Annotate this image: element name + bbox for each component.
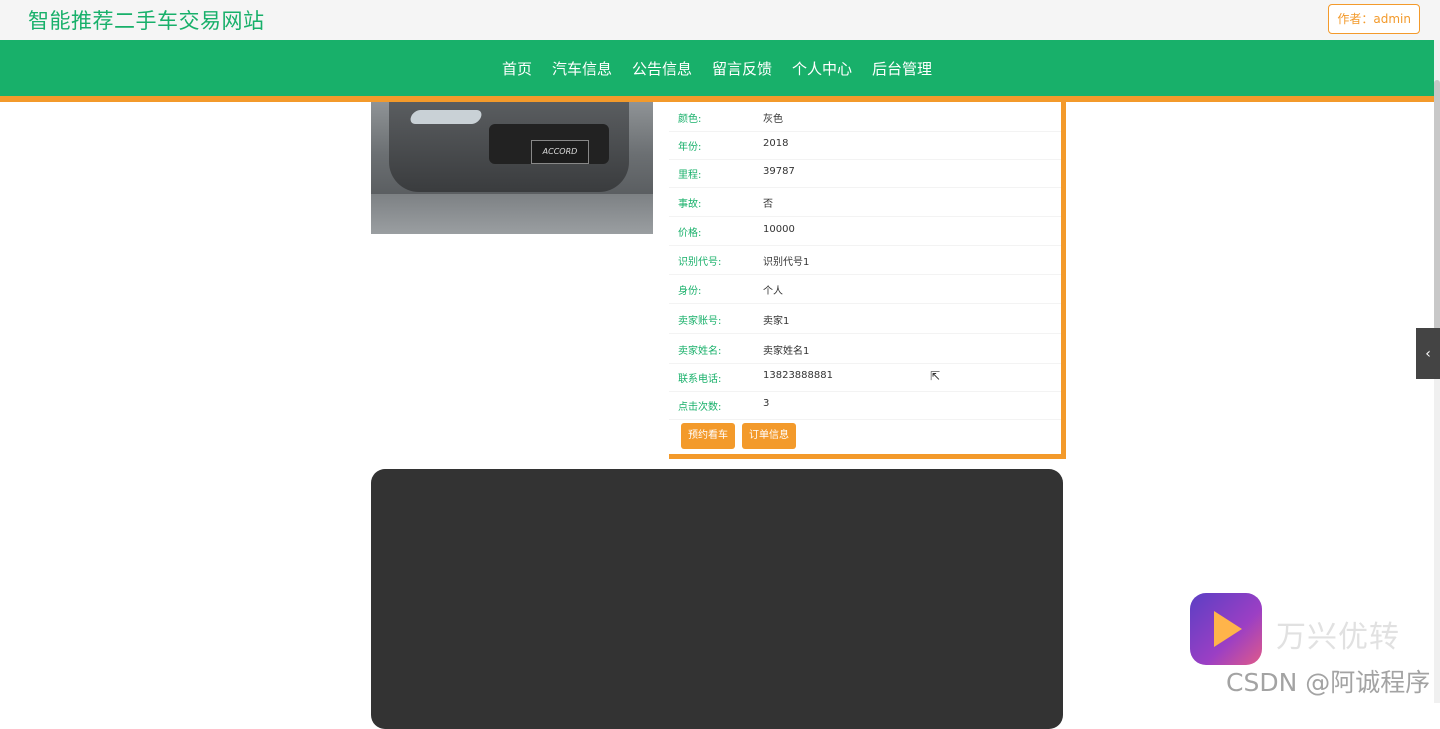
- detail-label: 年份:: [678, 142, 702, 153]
- side-collapse-tab[interactable]: ‹: [1416, 328, 1440, 379]
- car-image: ACCORD: [371, 102, 653, 234]
- car-image-headlight: [408, 110, 484, 124]
- detail-value: 卖家1: [763, 316, 790, 327]
- detail-row: 身份: 个人: [669, 274, 1061, 304]
- detail-row: 里程: 39787: [669, 158, 1061, 188]
- detail-label: 里程:: [678, 170, 702, 181]
- car-image-plate: ACCORD: [531, 140, 589, 164]
- book-viewing-button[interactable]: 预约看车: [681, 423, 735, 449]
- nav-item-admin[interactable]: 后台管理: [872, 58, 932, 79]
- author-badge: 作者：admin: [1328, 4, 1420, 34]
- detail-value: 10000: [763, 224, 795, 235]
- detail-value: 13823888881: [763, 370, 833, 381]
- detail-row: 识别代号: 识别代号1: [669, 245, 1061, 275]
- detail-row: 颜色: 灰色: [669, 102, 1061, 132]
- top-header: 智能推荐二手车交易网站 作者：admin: [0, 0, 1440, 40]
- detail-value: 卖家姓名1: [763, 346, 810, 357]
- detail-label: 点击次数:: [678, 402, 722, 413]
- video-player[interactable]: [371, 469, 1063, 729]
- detail-label: 颜色:: [678, 114, 702, 125]
- car-detail-panel: 颜色: 灰色 年份: 2018 里程: 39787 事故: 否 价格: 1000…: [669, 102, 1066, 459]
- detail-label: 事故:: [678, 199, 702, 210]
- detail-row: 价格: 10000: [669, 216, 1061, 246]
- detail-row: 事故: 否: [669, 187, 1061, 217]
- order-info-button[interactable]: 订单信息: [742, 423, 796, 449]
- nav-item-profile[interactable]: 个人中心: [792, 58, 852, 79]
- detail-value: 39787: [763, 166, 795, 177]
- detail-row: 联系电话: 13823888881: [669, 362, 1061, 392]
- nav-item-cars[interactable]: 汽车信息: [552, 58, 612, 79]
- detail-label: 价格:: [678, 228, 702, 239]
- detail-value: 否: [763, 199, 773, 210]
- detail-label: 联系电话:: [678, 374, 722, 385]
- detail-label: 卖家姓名:: [678, 346, 722, 357]
- nav-item-notices[interactable]: 公告信息: [632, 58, 692, 79]
- detail-label: 卖家账号:: [678, 316, 722, 327]
- detail-value: 灰色: [763, 114, 783, 125]
- scrollbar-thumb[interactable]: [1434, 80, 1440, 330]
- detail-value: 2018: [763, 138, 789, 149]
- main-nav: 首页 汽车信息 公告信息 留言反馈 个人中心 后台管理: [0, 40, 1434, 102]
- detail-value: 个人: [763, 286, 783, 297]
- watermark-brand: 万兴优转: [1276, 620, 1400, 655]
- chevron-left-icon: ‹: [1425, 345, 1431, 362]
- detail-row: 卖家账号: 卖家1: [669, 304, 1061, 334]
- detail-label: 身份:: [678, 286, 702, 297]
- detail-row: 年份: 2018: [669, 130, 1061, 160]
- detail-value: 3: [763, 398, 770, 409]
- detail-row: 点击次数: 3: [669, 390, 1061, 420]
- detail-label: 识别代号:: [678, 257, 722, 268]
- car-image-road: [371, 194, 653, 234]
- detail-value: 识别代号1: [763, 257, 810, 268]
- mouse-cursor-icon: ⇱: [930, 369, 941, 383]
- watermark-logo-icon: [1190, 593, 1262, 665]
- csdn-watermark: CSDN @阿诚程序: [1226, 668, 1431, 697]
- nav-item-home[interactable]: 首页: [502, 58, 532, 79]
- site-title[interactable]: 智能推荐二手车交易网站: [28, 5, 265, 35]
- nav-item-feedback[interactable]: 留言反馈: [712, 58, 772, 79]
- detail-row: 卖家姓名: 卖家姓名1: [669, 334, 1061, 364]
